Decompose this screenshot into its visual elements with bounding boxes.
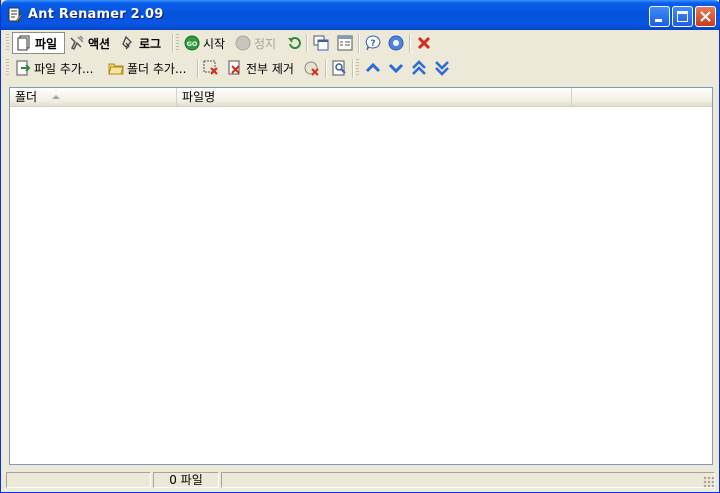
add-folders-button[interactable]: 폴더 추가... bbox=[105, 57, 195, 79]
move-down-button[interactable] bbox=[385, 57, 407, 79]
chevron-down-icon bbox=[388, 63, 404, 74]
move-up-button[interactable] bbox=[362, 57, 384, 79]
window-title: Ant Renamer 2.09 bbox=[28, 7, 164, 22]
actions-tools-icon bbox=[70, 35, 84, 51]
files-toolbar: 파일 추가... 폴더 추가... 전부 제거 bbox=[4, 56, 717, 80]
title-bar[interactable]: Ant Renamer 2.09 bbox=[1, 0, 720, 30]
window-layout-button[interactable] bbox=[310, 32, 332, 54]
info-icon bbox=[388, 35, 404, 51]
toolbar-separator bbox=[172, 34, 174, 53]
resize-grip[interactable] bbox=[703, 476, 715, 488]
column-folder-label: 폴더 bbox=[15, 90, 38, 104]
stop-label: 정지 bbox=[254, 36, 277, 51]
add-file-icon bbox=[16, 60, 31, 76]
toolbar-grip[interactable] bbox=[6, 34, 9, 52]
start-button[interactable]: GO 시작 bbox=[181, 32, 230, 54]
maximize-button[interactable] bbox=[672, 6, 693, 27]
remove-missing-icon bbox=[304, 61, 319, 76]
minimize-button[interactable] bbox=[649, 6, 670, 27]
toolbar-separator bbox=[352, 59, 354, 78]
status-bar: 0 파일 bbox=[4, 470, 717, 490]
undo-button[interactable] bbox=[283, 32, 305, 54]
preview-icon bbox=[332, 60, 346, 76]
add-folders-label: 폴더 추가... bbox=[127, 61, 187, 76]
column-header-filler bbox=[572, 88, 712, 106]
move-bottom-button[interactable] bbox=[431, 57, 453, 79]
go-icon: GO bbox=[184, 35, 200, 51]
toolbar-grip[interactable] bbox=[6, 59, 9, 77]
preview-button[interactable] bbox=[328, 57, 350, 79]
help-icon: ? bbox=[365, 35, 381, 51]
toolbar-grip[interactable] bbox=[356, 59, 359, 77]
undo-icon bbox=[288, 37, 301, 50]
exit-icon bbox=[417, 36, 431, 50]
actions-tab-button[interactable]: 액션 bbox=[66, 32, 116, 54]
files-tab-button[interactable]: 파일 bbox=[12, 32, 65, 54]
remove-selected-button[interactable] bbox=[200, 57, 222, 79]
about-button[interactable] bbox=[385, 32, 407, 54]
list-header: 폴더 파일명 bbox=[10, 88, 712, 107]
windows-icon bbox=[313, 35, 329, 51]
main-toolbar: 파일 액션 로그 GO 시작 정지 ? bbox=[4, 31, 717, 55]
toolbar-separator bbox=[358, 34, 360, 53]
remove-all-icon bbox=[228, 60, 240, 75]
toolbar-separator bbox=[197, 59, 199, 78]
column-header-folder[interactable]: 폴더 bbox=[10, 88, 177, 106]
actions-tab-label: 액션 bbox=[88, 36, 111, 51]
log-tab-label: 로그 bbox=[139, 36, 162, 51]
status-cell-message bbox=[221, 472, 715, 488]
svg-text:GO: GO bbox=[187, 40, 198, 48]
options-button[interactable] bbox=[334, 32, 356, 54]
column-filename-label: 파일명 bbox=[182, 90, 216, 104]
maximize-icon bbox=[677, 11, 688, 22]
svg-text:?: ? bbox=[370, 39, 375, 49]
close-window-button[interactable] bbox=[695, 6, 716, 27]
double-chevron-down-icon bbox=[435, 61, 449, 76]
status-file-count: 0 파일 bbox=[153, 472, 219, 488]
start-label: 시작 bbox=[203, 36, 226, 51]
stop-button[interactable]: 정지 bbox=[232, 32, 282, 54]
toolbar-separator bbox=[306, 34, 308, 53]
exit-button[interactable] bbox=[413, 32, 435, 54]
files-tab-label: 파일 bbox=[35, 36, 58, 51]
double-chevron-up-icon bbox=[412, 60, 426, 75]
add-files-label: 파일 추가... bbox=[34, 61, 94, 76]
log-icon bbox=[122, 35, 132, 50]
status-cell-empty bbox=[6, 472, 151, 488]
log-tab-button[interactable]: 로그 bbox=[117, 32, 169, 54]
options-icon bbox=[337, 35, 353, 51]
sort-ascending-icon bbox=[52, 95, 60, 99]
stop-icon bbox=[235, 35, 251, 51]
main-window: Ant Renamer 2.09 파일 액션 로그 GO 시작 정지 ? 파일 … bbox=[0, 0, 720, 493]
folder-icon bbox=[108, 63, 124, 75]
toolbar-separator bbox=[325, 59, 327, 78]
toolbar-grip[interactable] bbox=[176, 34, 179, 52]
remove-all-label: 전부 제거 bbox=[246, 61, 294, 76]
toolbar-separator bbox=[409, 34, 411, 53]
app-icon bbox=[8, 7, 23, 23]
chevron-up-icon bbox=[365, 62, 381, 73]
minimize-icon bbox=[655, 19, 662, 22]
move-top-button[interactable] bbox=[408, 57, 430, 79]
remove-dead-button[interactable] bbox=[301, 57, 323, 79]
close-icon bbox=[700, 11, 711, 22]
file-list[interactable]: 폴더 파일명 bbox=[9, 87, 713, 465]
remove-selected-icon bbox=[203, 60, 218, 75]
files-icon bbox=[17, 35, 30, 51]
help-button[interactable]: ? bbox=[362, 32, 384, 54]
add-files-button[interactable]: 파일 추가... bbox=[12, 57, 102, 79]
column-header-filename[interactable]: 파일명 bbox=[177, 88, 572, 106]
remove-all-button[interactable]: 전부 제거 bbox=[224, 57, 299, 79]
